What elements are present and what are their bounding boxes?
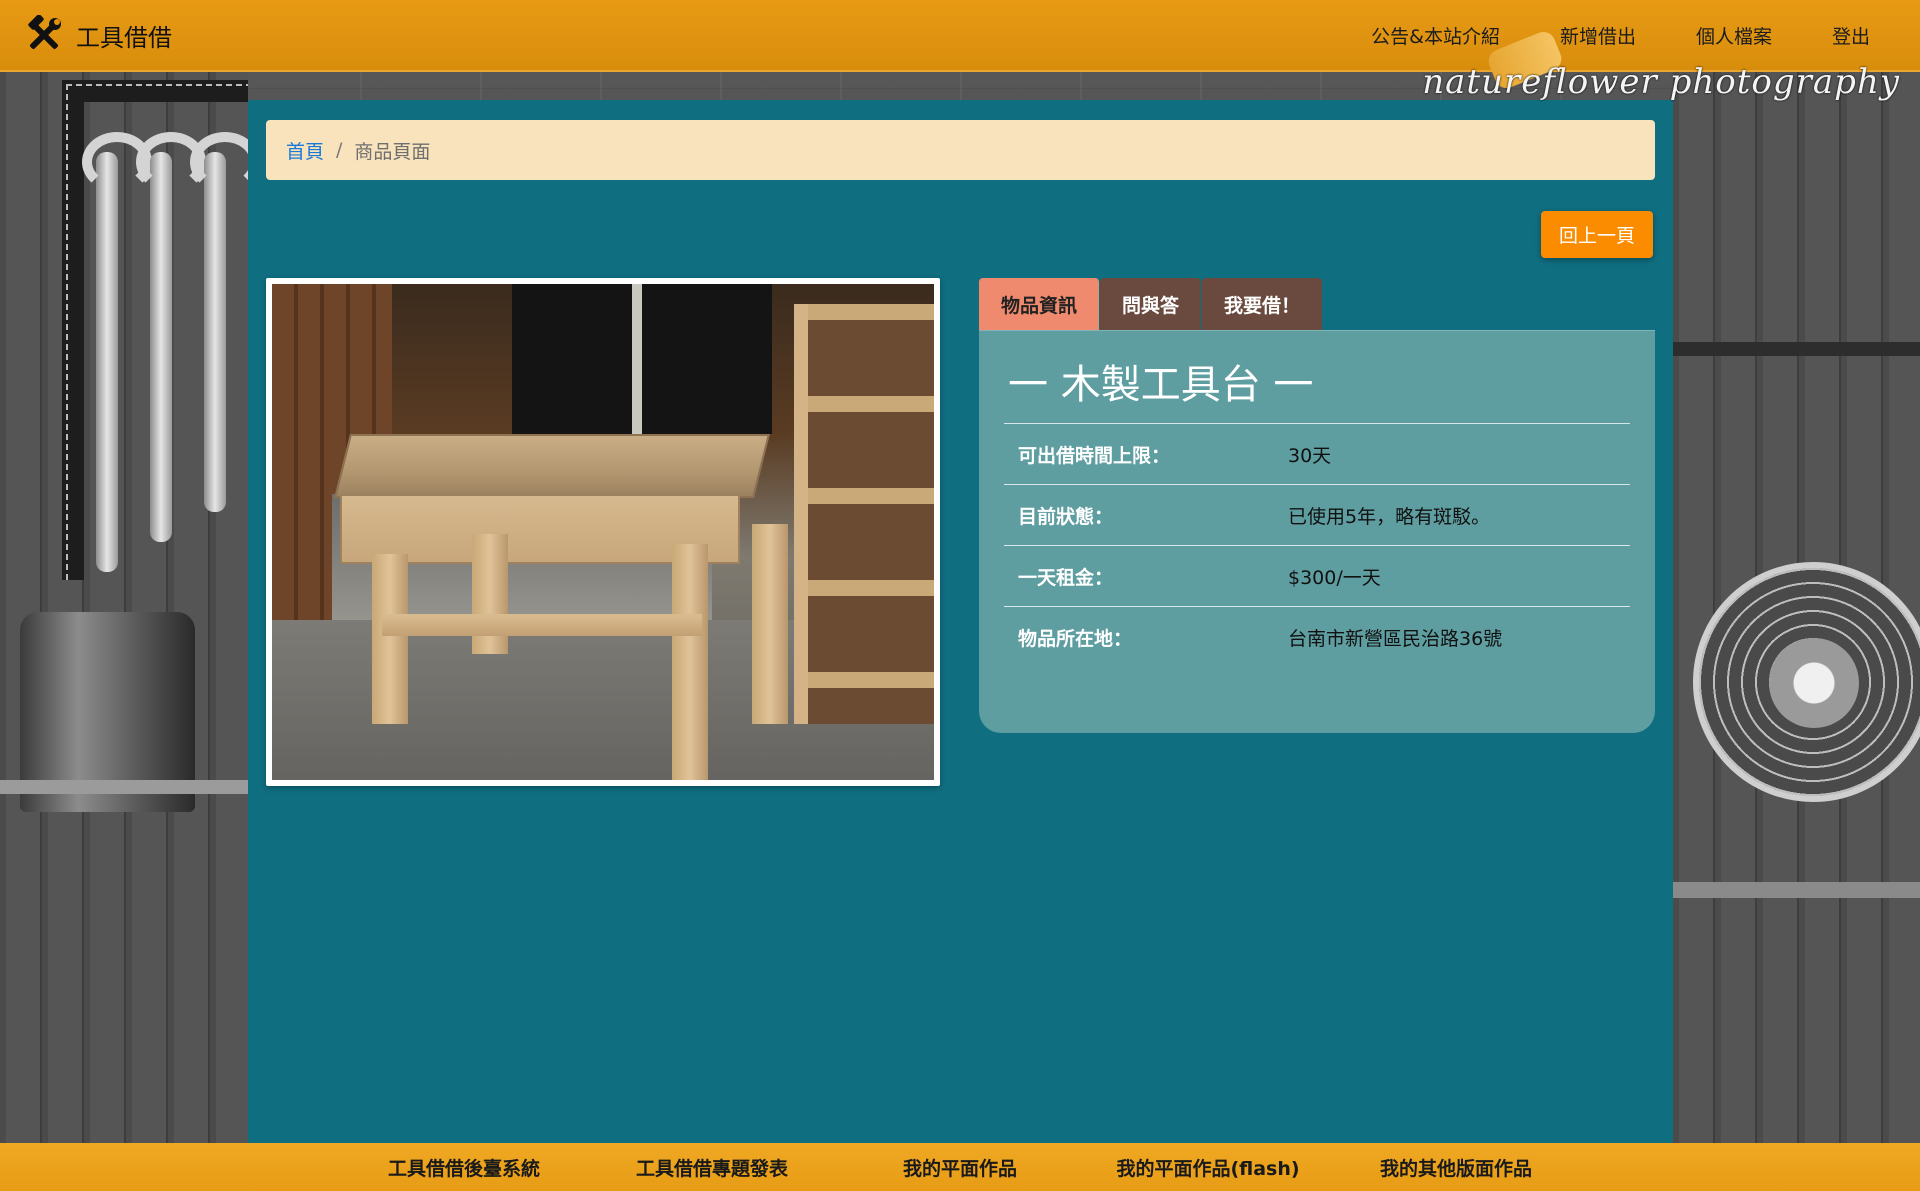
nav-link-announcement[interactable]: 公告&本站介紹 [1341, 22, 1530, 49]
footer-bar: 工具借借後臺系統 工具借借專題發表 我的平面作品 我的平面作品(flash) 我… [0, 1143, 1920, 1191]
tab-qa[interactable]: 問與答 [1100, 278, 1202, 330]
nav-link-logout[interactable]: 登出 [1802, 22, 1896, 49]
tab-borrow[interactable]: 我要借！ [1202, 278, 1323, 330]
item-info-table: 可出借時間上限： 30天 目前狀態： 已使用5年，略有斑駁。 一天租金： $30… [1004, 423, 1630, 668]
table-row: 一天租金： $300/一天 [1004, 545, 1630, 607]
photo-bench-top [334, 434, 770, 498]
wrench [190, 132, 248, 512]
shelf [1673, 882, 1920, 898]
footer-link-other-works[interactable]: 我的其他版面作品 [1332, 1154, 1580, 1181]
footer-link-backend[interactable]: 工具借借後臺系統 [340, 1154, 588, 1181]
breadcrumb: 首頁 / 商品頁面 [266, 120, 1655, 180]
photo-bench-rail [382, 614, 702, 636]
photo-window-frame [632, 284, 642, 434]
background-right-decoration [1673, 72, 1920, 1143]
field-value: 台南市新營區民治路36號 [1288, 627, 1503, 650]
fan [1693, 562, 1920, 802]
photo-bench-leg [672, 544, 708, 780]
field-value: 30天 [1288, 444, 1332, 467]
breadcrumb-home-link[interactable]: 首頁 [286, 137, 324, 164]
watermark: natureflower photography [1422, 62, 1900, 102]
back-button[interactable]: 回上一頁 [1541, 211, 1653, 258]
nav-links: 公告&本站介紹 新增借出 個人檔案 登出 [1341, 22, 1896, 49]
field-value: $300/一天 [1288, 566, 1381, 589]
product-image-frame [266, 278, 940, 786]
main-content: 首頁 / 商品頁面 回上一頁 物品資訊 問與答 我要借！ 一 木製工具台 一 可… [248, 100, 1673, 1143]
breadcrumb-separator: / [336, 139, 343, 161]
info-tabs: 物品資訊 問與答 我要借！ [979, 278, 1323, 330]
field-label: 物品所在地： [1018, 627, 1133, 650]
wrench [82, 132, 152, 572]
photo-shelf-unit [794, 304, 934, 724]
item-info-panel: 一 木製工具台 一 可出借時間上限： 30天 目前狀態： 已使用5年，略有斑駁。… [979, 330, 1655, 733]
table-row: 可出借時間上限： 30天 [1004, 423, 1630, 485]
footer-link-flash-works[interactable]: 我的平面作品(flash) [1084, 1154, 1332, 1181]
brand[interactable]: 工具借借 [24, 15, 172, 55]
product-image [272, 284, 934, 780]
shelf [0, 780, 248, 794]
breadcrumb-current: 商品頁面 [354, 140, 431, 163]
photo-window [512, 284, 772, 434]
field-label: 一天租金： [1018, 566, 1114, 589]
field-label: 目前狀態： [1018, 505, 1114, 528]
nav-link-profile[interactable]: 個人檔案 [1666, 22, 1802, 49]
photo-bench-leg [472, 534, 508, 654]
field-label: 可出借時間上限： [1018, 444, 1171, 467]
wrench [136, 132, 206, 542]
hammer-wrench-icon [28, 15, 61, 50]
shelf [1673, 342, 1920, 356]
brand-name: 工具借借 [76, 23, 172, 52]
footer-link-presentation[interactable]: 工具借借專題發表 [588, 1154, 836, 1181]
table-row: 目前狀態： 已使用5年，略有斑駁。 [1004, 484, 1630, 546]
tab-item-info[interactable]: 物品資訊 [979, 278, 1100, 330]
field-value: 已使用5年，略有斑駁。 [1288, 505, 1491, 528]
table-row: 物品所在地： 台南市新營區民治路36號 [1004, 606, 1630, 668]
background-left-decoration [0, 72, 248, 1143]
footer-link-graphic-works[interactable]: 我的平面作品 [836, 1154, 1084, 1181]
photo-bench-leg [372, 554, 408, 724]
item-title: 一 木製工具台 一 [1008, 362, 1314, 408]
photo-bench-leg [752, 524, 788, 724]
